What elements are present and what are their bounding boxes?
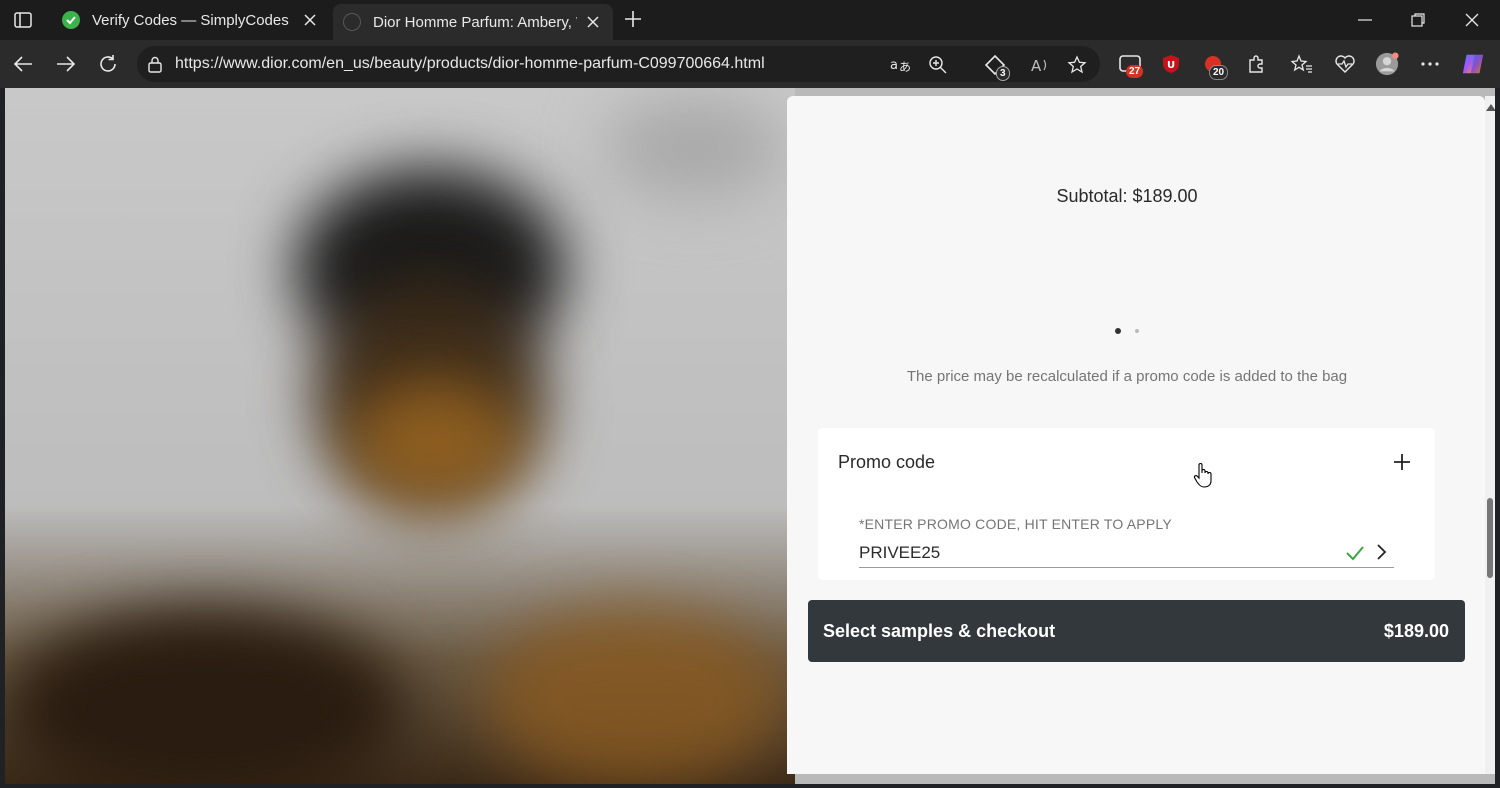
forward-icon[interactable] (54, 52, 78, 76)
dior-icon (343, 13, 361, 31)
lock-icon[interactable] (146, 55, 164, 73)
checkout-label: Select samples & checkout (823, 620, 1056, 641)
alerts-extension-icon[interactable]: 20 (1201, 52, 1229, 80)
price-notice: The price may be recalculated if a promo… (906, 368, 1348, 385)
close-window-icon[interactable] (1460, 8, 1484, 32)
promo-code-input[interactable] (859, 538, 1394, 568)
new-tab-icon[interactable] (622, 8, 644, 30)
check-icon (1345, 543, 1365, 563)
close-tab-icon[interactable] (583, 12, 603, 32)
svg-text:A: A (1031, 57, 1042, 74)
checkout-button[interactable]: Select samples & checkout $189.00 (808, 600, 1465, 662)
restore-icon[interactable] (1406, 8, 1430, 32)
capture-extension-icon[interactable]: 27 (1118, 52, 1144, 78)
tab-title: Dior Homme Parfum: Ambery, Wc (373, 13, 577, 31)
bag-summary-panel: Subtotal: $189.00 The price may be recal… (787, 96, 1485, 774)
back-icon[interactable] (11, 52, 35, 76)
svg-text:U: U (1167, 60, 1175, 71)
product-image (5, 88, 795, 784)
favorite-star-icon[interactable] (1066, 54, 1088, 76)
promo-code-title[interactable]: Promo code (838, 452, 935, 473)
page-scrollbar[interactable] (1485, 96, 1495, 774)
tab-strip: Verify Codes — SimplyCodes Dior Homme Pa… (0, 0, 1500, 40)
minimize-icon[interactable] (1353, 8, 1377, 32)
tab-simplycodes[interactable]: Verify Codes — SimplyCodes (52, 2, 330, 38)
hand-cursor-icon (1193, 462, 1213, 488)
carousel-dots (1115, 328, 1139, 334)
copilot-icon[interactable] (1461, 52, 1485, 76)
extensions-puzzle-icon[interactable] (1244, 52, 1268, 76)
simplycodes-icon (62, 11, 80, 29)
address-bar[interactable]: https://www.dior.com/en_us/beauty/produc… (137, 46, 1100, 82)
tab-title: Verify Codes — SimplyCodes (92, 11, 289, 29)
alerts-badge: 20 (1209, 65, 1229, 80)
scroll-up-icon[interactable] (1486, 104, 1495, 111)
browser-toolbar: https://www.dior.com/en_us/beauty/produc… (0, 40, 1500, 88)
promo-code-section: Promo code *ENTER PROMO CODE, HIT ENTER … (818, 428, 1435, 580)
carousel-dot-2[interactable] (1135, 329, 1139, 333)
svg-text:あ: あ (899, 60, 910, 74)
more-menu-icon[interactable] (1418, 52, 1442, 76)
coupon-badge: 3 (996, 66, 1010, 81)
refresh-icon[interactable] (96, 52, 120, 76)
coupon-extension-icon[interactable]: 3 (984, 54, 1010, 81)
svg-text:a: a (890, 58, 898, 73)
browser-essentials-icon[interactable] (1333, 52, 1357, 76)
checkout-amount: $189.00 (1383, 620, 1449, 641)
promo-field-label: *ENTER PROMO CODE, HIT ENTER TO APPLY (859, 516, 1172, 532)
tab-actions-icon[interactable] (12, 9, 34, 31)
apply-chevron-icon[interactable] (1371, 542, 1391, 562)
translate-icon[interactable]: aあ (889, 54, 911, 76)
profile-avatar-icon[interactable] (1375, 52, 1399, 76)
capture-badge: 27 (1126, 65, 1144, 78)
page-viewport: Subtotal: $189.00 The price may be recal… (5, 88, 1495, 784)
carousel-dot-1[interactable] (1115, 328, 1121, 334)
favorites-icon[interactable] (1290, 52, 1314, 76)
read-aloud-icon[interactable]: A (1030, 54, 1052, 76)
ublock-icon[interactable]: U (1159, 52, 1183, 76)
tab-dior[interactable]: Dior Homme Parfum: Ambery, Wc (333, 4, 613, 40)
subtotal: Subtotal: $189.00 (1056, 186, 1198, 206)
expand-plus-icon[interactable] (1390, 450, 1414, 474)
zoom-icon[interactable] (927, 54, 949, 76)
url-text[interactable]: https://www.dior.com/en_us/beauty/produc… (175, 55, 765, 73)
scroll-thumb[interactable] (1487, 498, 1493, 578)
close-tab-icon[interactable] (300, 10, 320, 30)
